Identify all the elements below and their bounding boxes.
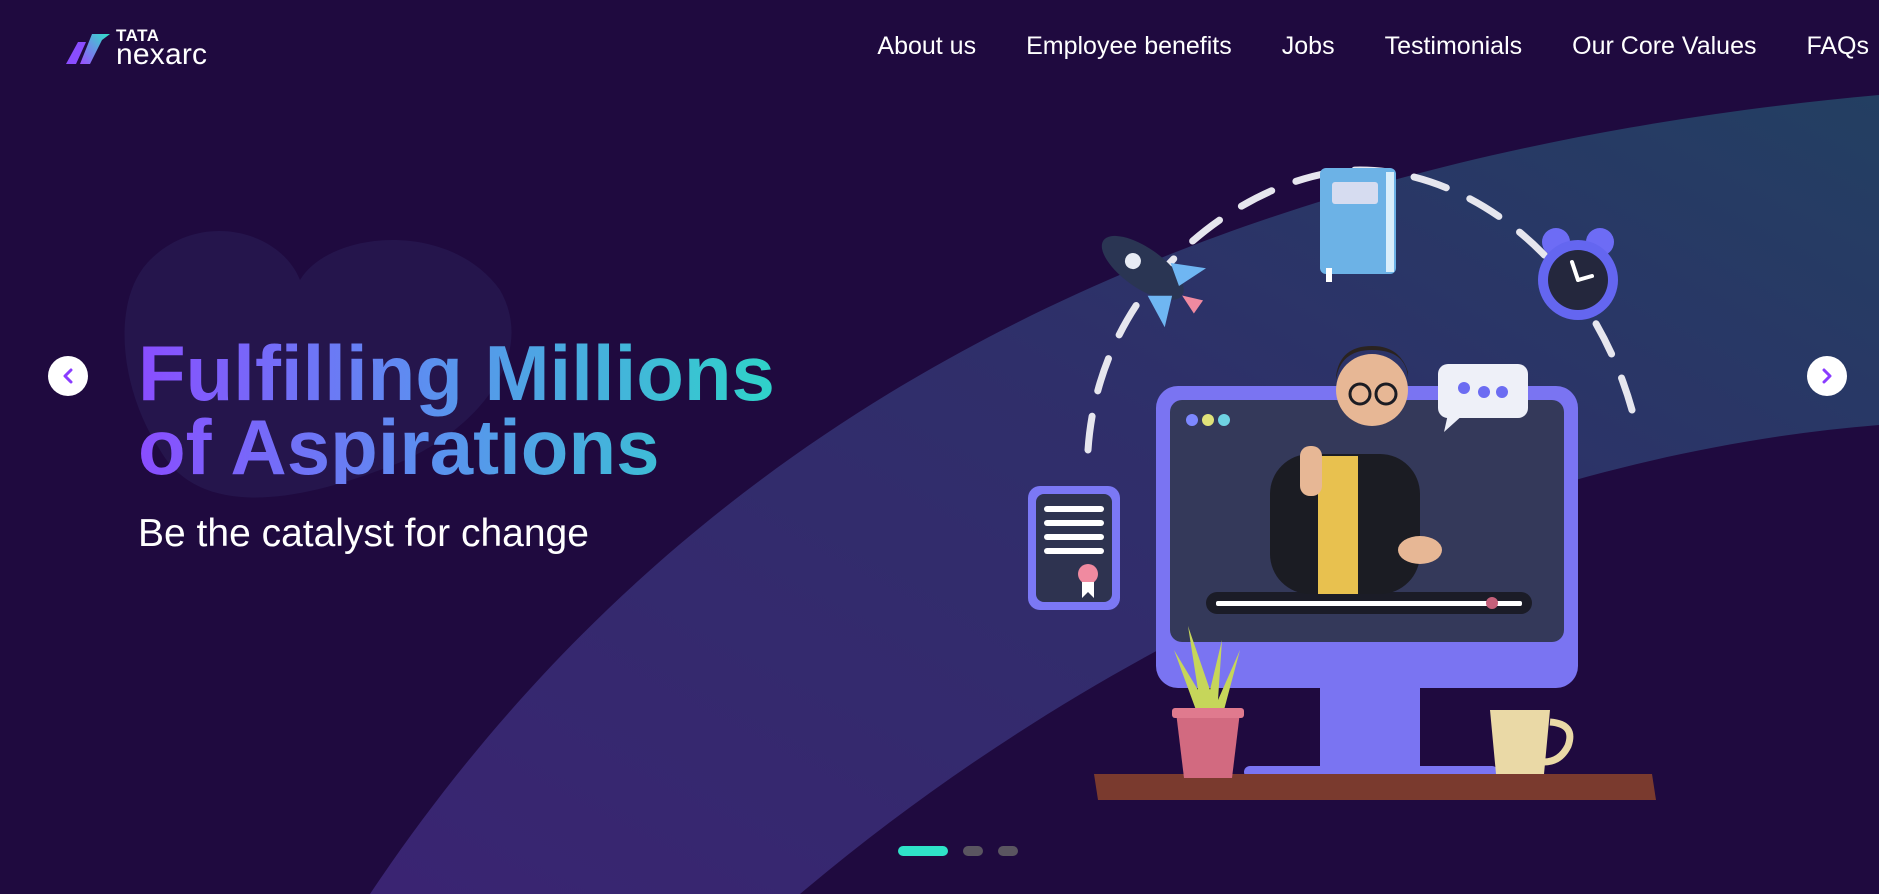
carousel-prev-button[interactable]	[48, 356, 88, 396]
book-icon	[1320, 168, 1396, 282]
hero-headline: Fulfilling Millions of Aspirations	[138, 336, 775, 484]
main-nav: About us Employee benefits Jobs Testimon…	[827, 28, 1869, 64]
carousel-indicators	[898, 846, 1033, 856]
nav-about-us[interactable]: About us	[877, 32, 976, 61]
nav-core-values[interactable]: Our Core Values	[1572, 32, 1756, 61]
carousel-next-button[interactable]	[1807, 356, 1847, 396]
logo-nexarc-text: nexarc	[116, 38, 208, 71]
hero-subtitle: Be the catalyst for change	[138, 512, 589, 555]
nav-testimonials[interactable]: Testimonials	[1385, 32, 1523, 61]
nav-employee-benefits[interactable]: Employee benefits	[1026, 32, 1232, 61]
tata-nexarc-logo[interactable]: TATA nexarc	[64, 26, 234, 71]
carousel-dot-3[interactable]	[998, 846, 1018, 856]
chevron-left-icon	[63, 368, 73, 384]
chevron-right-icon	[1822, 368, 1832, 384]
rocket-icon	[1101, 235, 1207, 328]
nav-jobs[interactable]: Jobs	[1282, 32, 1335, 61]
certificate-icon	[1028, 486, 1120, 610]
hero-headline-line2: of Aspirations	[138, 403, 660, 491]
desk	[1094, 774, 1656, 800]
coffee-cup-icon	[1490, 710, 1574, 774]
carousel-dot-1[interactable]	[898, 846, 948, 856]
carousel-dot-2[interactable]	[963, 846, 983, 856]
online-learning-illustration	[1028, 166, 1656, 800]
alarm-clock-icon	[1538, 228, 1618, 320]
nexarc-logo-icon	[66, 34, 110, 64]
nav-faqs[interactable]: FAQs	[1806, 32, 1869, 61]
